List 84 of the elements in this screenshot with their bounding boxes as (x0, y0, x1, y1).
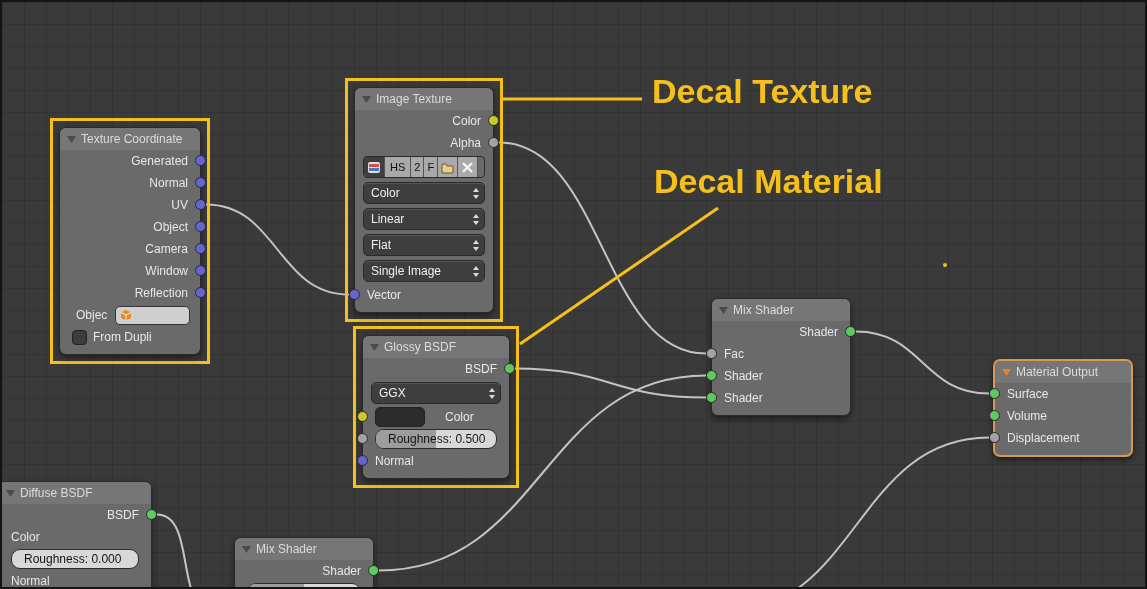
input-socket[interactable] (706, 348, 717, 359)
node-title: Material Output (1016, 365, 1099, 379)
socket-label: BSDF (107, 508, 139, 522)
updown-arrows-icon (473, 213, 479, 225)
socket-label: Vector (367, 288, 402, 302)
dropdown[interactable]: Color (363, 182, 485, 204)
socket-label: Displacement (1007, 431, 1080, 445)
image-option-button[interactable]: HS (385, 157, 412, 177)
socket-label: Object (153, 220, 188, 234)
socket-label: Color (11, 530, 40, 544)
socket-label: Shader (322, 564, 361, 578)
socket-label: Shader (724, 369, 763, 383)
dropdown[interactable]: Linear (363, 208, 485, 230)
folder-icon (441, 160, 455, 174)
input-socket[interactable] (349, 289, 360, 300)
field-label: Objec (76, 308, 108, 322)
unlink-button[interactable] (458, 157, 479, 177)
input-socket[interactable] (989, 410, 1000, 421)
collapse-triangle-icon (242, 545, 251, 553)
annotation-label: Decal Texture (652, 72, 873, 111)
updown-arrows-icon (473, 265, 479, 277)
socket-label: Volume (1007, 409, 1048, 423)
socket-label: UV (171, 198, 188, 212)
image-icon (367, 160, 381, 174)
collapse-triangle-icon (362, 95, 371, 103)
socket-label: Shader (724, 391, 763, 405)
image-option-button[interactable]: 2 (411, 157, 425, 177)
collapse-triangle-icon (6, 489, 15, 497)
input-socket[interactable] (989, 432, 1000, 443)
socket-label: Color (445, 410, 474, 424)
socket-label: Normal (149, 176, 188, 190)
dropdown[interactable]: Flat (363, 234, 485, 256)
updown-arrows-icon (489, 387, 495, 399)
socket-label: Normal (375, 454, 414, 468)
socket-label: Generated (131, 154, 188, 168)
image-browse-button[interactable] (364, 157, 385, 177)
collapse-triangle-icon (370, 343, 379, 351)
dropdown[interactable]: GGX (371, 382, 501, 404)
output-socket[interactable] (146, 509, 157, 520)
socket-label: Surface (1007, 387, 1049, 401)
checkbox[interactable] (72, 329, 87, 345)
value-slider[interactable]: Roughness: 0.500 (375, 429, 497, 449)
updown-arrows-icon (473, 239, 479, 251)
socket-label: Fac (724, 347, 744, 361)
input-socket[interactable] (706, 370, 717, 381)
pack-button[interactable] (438, 157, 459, 177)
socket-label: Reflection (134, 286, 188, 300)
collapse-triangle-icon (719, 306, 728, 314)
output-socket[interactable] (845, 326, 856, 337)
input-socket[interactable] (357, 455, 368, 466)
socket-label: BSDF (465, 362, 497, 376)
socket-label: Window (145, 264, 188, 278)
object-field[interactable] (115, 305, 190, 325)
input-socket[interactable] (357, 433, 368, 444)
node-title: Glossy BSDF (384, 340, 456, 354)
socket-label: Color (452, 114, 481, 128)
image-option-button[interactable]: F (424, 157, 439, 177)
node-title: Image Texture (376, 92, 452, 106)
input-socket[interactable] (989, 388, 1000, 399)
cube-icon (120, 308, 133, 322)
dropdown[interactable]: Single Image (363, 260, 485, 282)
socket-label: Alpha (450, 136, 481, 150)
stray-dot (943, 263, 947, 267)
output-socket[interactable] (368, 565, 379, 576)
socket-label: Shader (799, 325, 838, 339)
node-title: Mix Shader (733, 303, 794, 317)
value-slider[interactable]: Roughness: 0.000 (11, 549, 139, 569)
node-title: Diffuse BSDF (20, 486, 93, 500)
node-title: Texture Coordinate (81, 132, 183, 146)
output-socket[interactable] (504, 363, 515, 374)
color-swatch[interactable] (375, 407, 425, 427)
socket-label: Camera (145, 242, 188, 256)
annotation-label: Decal Material (654, 162, 883, 201)
socket-label: Normal (11, 574, 50, 587)
output-socket[interactable] (488, 137, 499, 148)
collapse-triangle-icon (67, 135, 76, 143)
updown-arrows-icon (473, 187, 479, 199)
checkbox-label: From Dupli (93, 330, 152, 344)
node-title: Mix Shader (256, 542, 317, 556)
collapse-triangle-icon (1002, 368, 1011, 376)
input-socket[interactable] (357, 411, 368, 422)
output-socket[interactable] (488, 115, 499, 126)
close-icon (461, 160, 475, 174)
input-socket[interactable] (706, 392, 717, 403)
